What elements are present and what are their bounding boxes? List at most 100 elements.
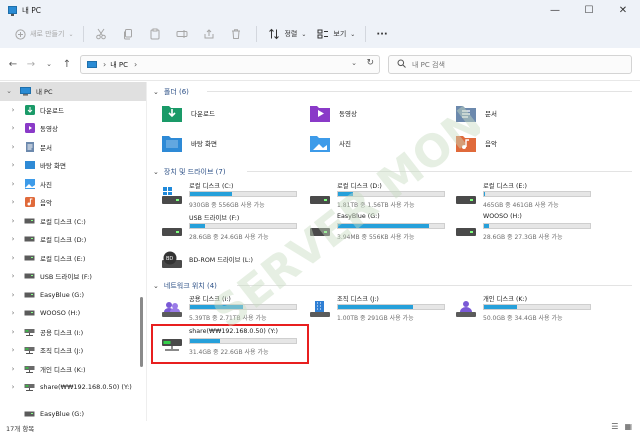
network-location-item[interactable]: share(₩₩192.168.0.50) (Y:) 31.4GB 중 22.6G… [161, 328, 301, 358]
chevron-right-icon[interactable]: › [8, 309, 18, 317]
group-header-folders[interactable]: ⌄ 폴더 (6) [153, 87, 189, 97]
maximize-button[interactable]: ☐ [572, 0, 606, 20]
svg-text:BD: BD [166, 256, 173, 262]
sidebar-item[interactable]: › 조직 디스크 (J:) [0, 341, 146, 360]
drive-item[interactable]: 로컬 디스크 (E:) 465GB 중 461GB 사용 가능 [455, 181, 595, 211]
drive-name: BD-ROM 드라이브 (L:) [189, 257, 253, 264]
drive-icon [24, 234, 35, 244]
chevron-right-icon[interactable]: › [8, 180, 18, 188]
share-icon [202, 27, 216, 41]
sidebar-item[interactable]: › 다운로드 [0, 101, 146, 120]
chevron-down-icon: ⌄ [153, 88, 159, 96]
sidebar-item[interactable]: › 로컬 디스크 (C:) [0, 212, 146, 231]
drive-name: 로컬 디스크 (E:) [483, 183, 527, 190]
search-input[interactable] [412, 60, 612, 69]
chevron-right-icon[interactable]: › [8, 217, 18, 225]
address-field[interactable]: › 내 PC › ⌄ ↻ [80, 55, 380, 74]
refresh-icon[interactable]: ↻ [366, 58, 374, 68]
network-location-item[interactable]: 개인 디스크 (K:) 50.0GB 중 34.4GB 사용 가능 [455, 294, 595, 324]
cut-button[interactable] [89, 24, 116, 44]
rename-button[interactable] [170, 24, 197, 44]
sort-label: 정렬 [284, 30, 298, 38]
details-view-icon[interactable]: ☰ [611, 422, 618, 431]
folder-item[interactable]: 동영상 [309, 102, 357, 124]
view-button[interactable]: 보기 ⌄ [311, 24, 360, 44]
command-bar: 새로 만들기 ⌄ 정렬 ⌄ 보기 ⌄ ··· [0, 20, 640, 48]
more-button[interactable]: ··· [371, 24, 392, 44]
sidebar-item[interactable]: › 개인 디스크 (K:) [0, 360, 146, 379]
sidebar-item[interactable]: › USB 드라이브 (F:) [0, 267, 146, 286]
share-button[interactable] [197, 24, 224, 44]
group-header-network[interactable]: ⌄ 네트워크 위치 (4) [153, 281, 217, 291]
drive-item[interactable]: 로컬 디스크 (D:) 1.81TB 중 1.56TB 사용 가능 [309, 181, 449, 211]
sidebar-item[interactable]: › 공용 디스크 (I:) [0, 323, 146, 342]
folder-label: 문서 [485, 110, 497, 118]
drive-icon [24, 216, 35, 226]
folder-item[interactable]: 사진 [309, 132, 351, 154]
paste-button[interactable] [143, 24, 170, 44]
chevron-right-icon[interactable]: › [8, 106, 18, 114]
chevron-right-icon[interactable]: › [8, 272, 18, 280]
breadcrumb-this-pc[interactable]: 내 PC [110, 60, 128, 70]
sidebar-item[interactable]: › 동영상 [0, 119, 146, 138]
sidebar-item[interactable]: ›EasyBlue (G:) [0, 286, 146, 305]
search-field[interactable] [388, 55, 632, 74]
chevron-right-icon[interactable]: › [8, 254, 18, 262]
sidebar-item[interactable]: › 로컬 디스크 (E:) [0, 249, 146, 268]
drive-name: 조직 디스크 (J:) [337, 296, 379, 303]
chevron-right-icon[interactable]: › [8, 365, 18, 373]
chevron-right-icon[interactable]: › [8, 328, 18, 336]
recent-button[interactable]: ⌄ [40, 55, 58, 73]
drive-name: EasyBlue (G:) [337, 213, 380, 220]
chevron-right-icon[interactable]: › [8, 291, 18, 299]
sidebar-scrollbar[interactable] [140, 297, 143, 367]
close-button[interactable]: ✕ [606, 0, 640, 20]
folder-item[interactable]: 다운로드 [161, 102, 215, 124]
folder-item[interactable]: 문서 [455, 102, 497, 124]
chevron-down-icon[interactable]: ⌄ [351, 59, 357, 67]
chevron-right-icon[interactable]: › [8, 198, 18, 206]
drive-item[interactable]: 로컬 디스크 (C:) 930GB 중 556GB 사용 가능 [161, 181, 301, 211]
minimize-button[interactable]: — [538, 0, 572, 20]
new-button[interactable]: 새로 만들기 ⌄ [8, 24, 78, 44]
group-header-drives[interactable]: ⌄ 장치 및 드라이브 (7) [153, 167, 226, 177]
drive-item[interactable]: USB 드라이브 (F:) 28.6GB 중 24.6GB 사용 가능 [161, 213, 301, 243]
forward-button[interactable]: → [22, 55, 40, 73]
back-button[interactable]: ← [4, 55, 22, 73]
drive-icon [24, 271, 35, 281]
chevron-right-icon[interactable]: › [8, 346, 18, 354]
sidebar-item[interactable]: › share(₩₩192.168.0.50) (Y:) [0, 378, 146, 397]
sidebar-item[interactable]: › 사진 [0, 175, 146, 194]
chevron-down-icon[interactable]: ⌄ [4, 87, 14, 95]
delete-button[interactable] [224, 24, 251, 44]
chevron-right-icon[interactable]: › [8, 161, 18, 169]
chevron-right-icon[interactable]: › [8, 124, 18, 132]
sidebar-item[interactable]: ⌄ 내 PC [0, 82, 146, 101]
sidebar-item[interactable]: › WOOSO (H:) [0, 304, 146, 323]
bdrom-icon: BD [161, 251, 183, 269]
sidebar-item[interactable]: › 바탕 화면 [0, 156, 146, 175]
folder-item[interactable]: 음악 [455, 132, 497, 154]
drive-item[interactable]: WOOSO (H:) 28.6GB 중 27.3GB 사용 가능 [455, 213, 595, 243]
sidebar-item[interactable]: › 음악 [0, 193, 146, 212]
chevron-right-icon[interactable]: › [8, 143, 18, 151]
pc-icon [87, 61, 97, 68]
sidebar-item[interactable]: ›EasyBlue (G:) [0, 405, 146, 423]
sidebar-item-label: 동영상 [40, 125, 58, 134]
sort-button[interactable]: 정렬 ⌄ [262, 24, 311, 44]
arrow-left-icon: ← [8, 58, 18, 70]
tiles-view-icon[interactable]: ▦ [624, 422, 632, 431]
copy-button[interactable] [116, 24, 143, 44]
sidebar-item[interactable]: › 로컬 디스크 (D:) [0, 230, 146, 249]
sidebar-item-label: 바탕 화면 [40, 162, 66, 171]
chevron-right-icon[interactable]: › [8, 383, 18, 391]
network-location-item[interactable]: 공용 디스크 (I:) 5.39TB 중 2.71TB 사용 가능 [161, 294, 301, 324]
sidebar-item[interactable]: › 문서 [0, 138, 146, 157]
up-button[interactable]: ↑ [58, 55, 76, 73]
network-location-item[interactable]: 조직 디스크 (J:) 1.00TB 중 291GB 사용 가능 [309, 294, 449, 324]
chevron-right-icon[interactable]: › [8, 235, 18, 243]
folder-item[interactable]: 바탕 화면 [161, 132, 217, 154]
drive-item[interactable]: EasyBlue (G:) 3.94MB 중 556KB 사용 가능 [309, 213, 449, 243]
drive-item[interactable]: BD BD-ROM 드라이브 (L:) [161, 245, 301, 275]
usage-bar [337, 304, 445, 310]
